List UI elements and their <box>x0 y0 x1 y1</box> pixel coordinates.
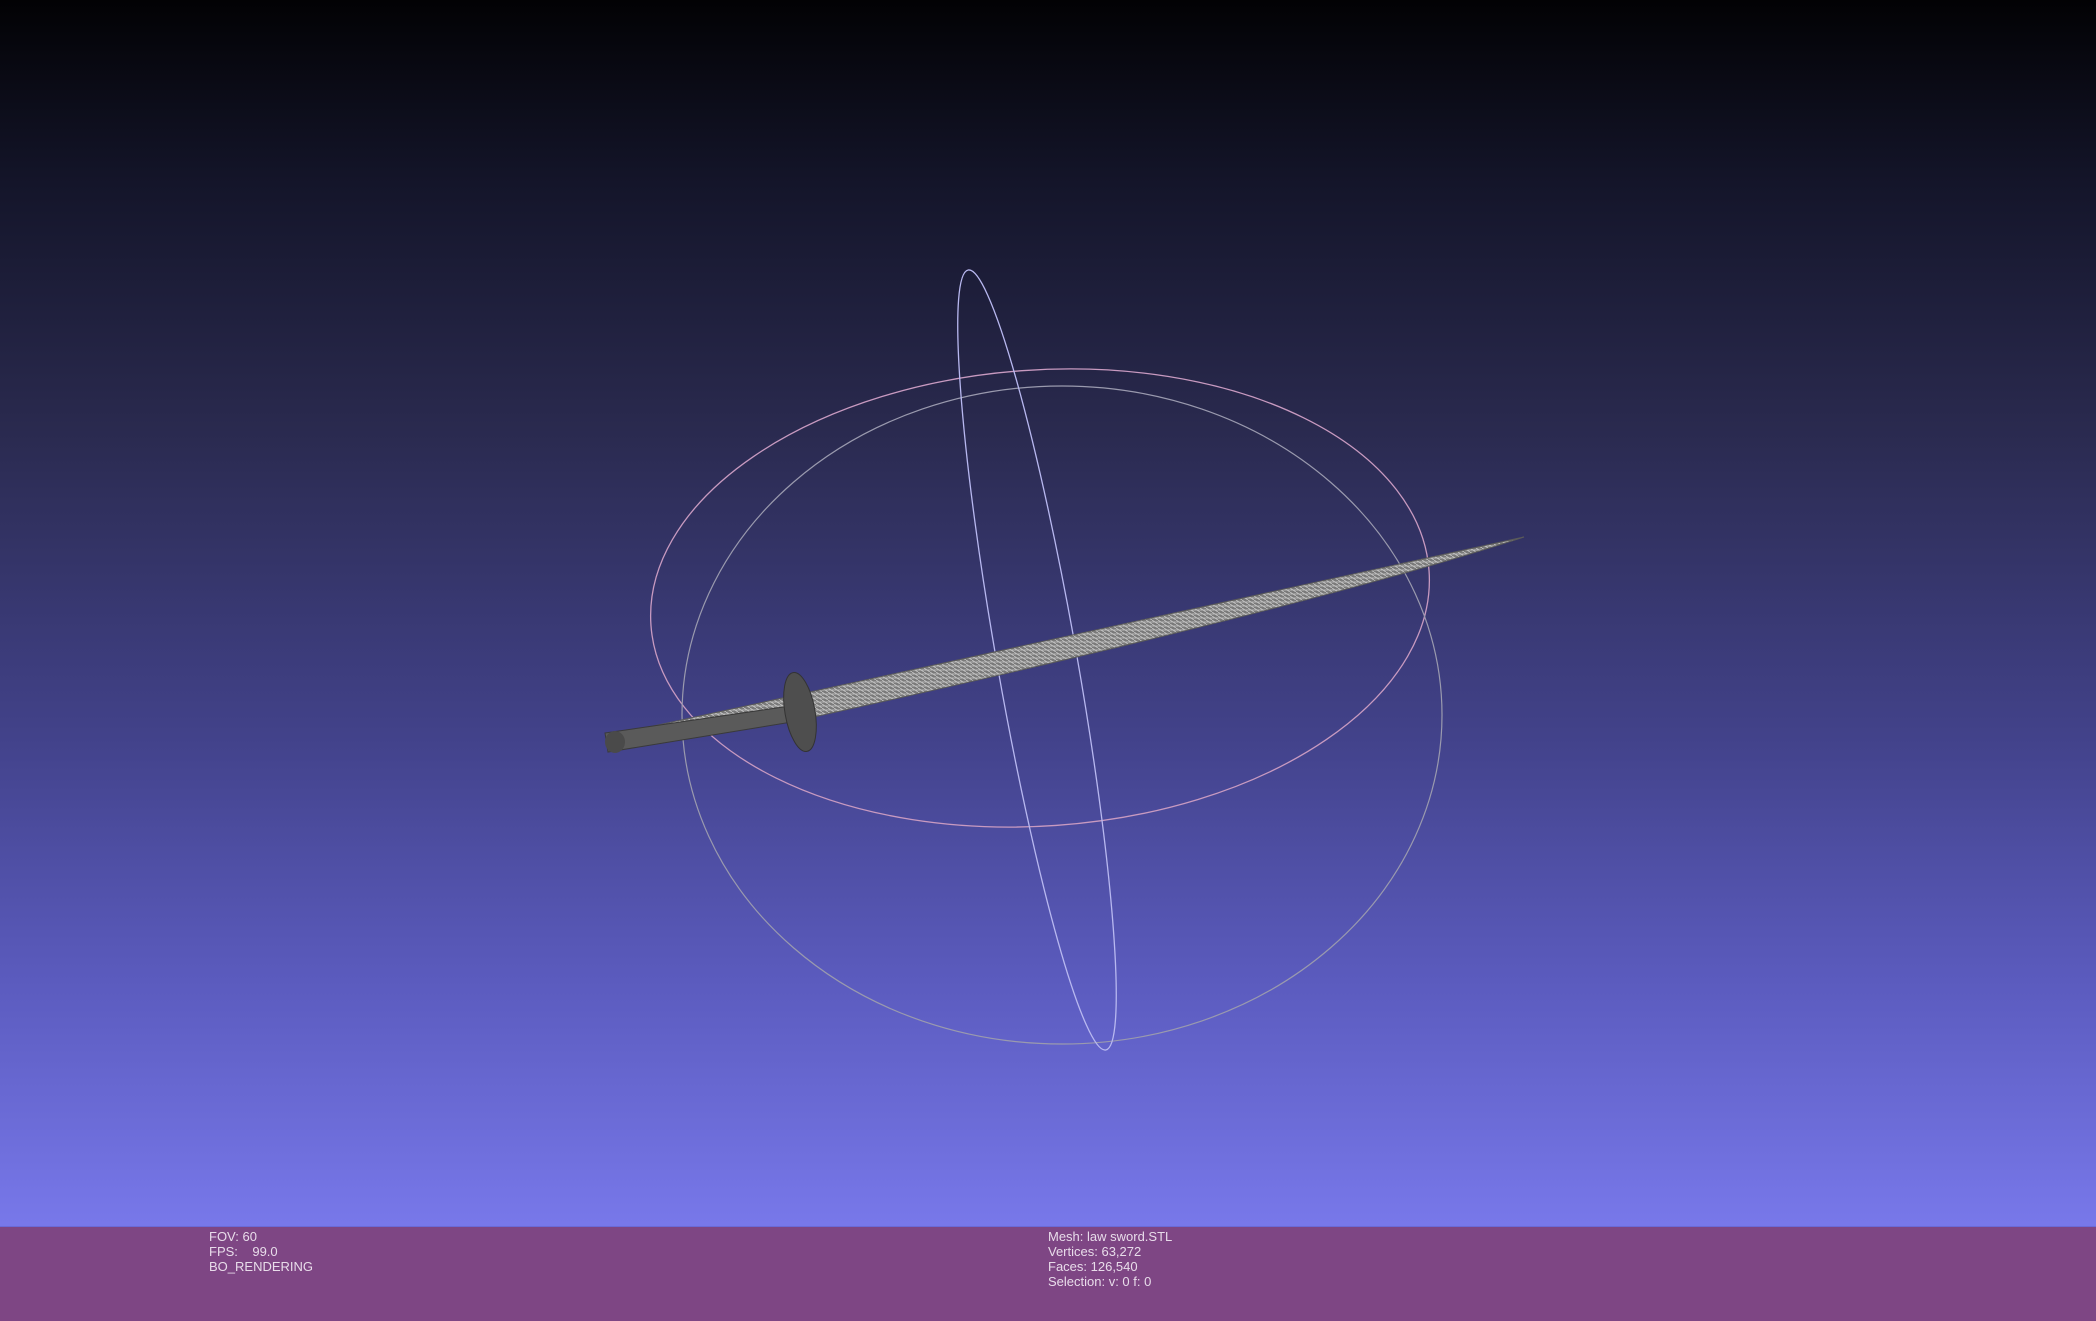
fps-label: FPS: 99.0 <box>209 1244 278 1259</box>
sword-mesh[interactable] <box>604 536 1525 754</box>
3d-viewport[interactable] <box>0 0 2096 1226</box>
mesh-name-label: Mesh: law sword.STL <box>1048 1229 1173 1244</box>
vertices-label: Vertices: 63,272 <box>1048 1244 1142 1259</box>
selection-label: Selection: v: 0 f: 0 <box>1048 1274 1152 1289</box>
render-info: FOV: 60 FPS: 99.0 BO_RENDERING <box>209 1229 313 1274</box>
render-mode-label: BO_RENDERING <box>209 1259 314 1274</box>
status-bar: FOV: 60 FPS: 99.0 BO_RENDERING Mesh: law… <box>0 1226 2096 1321</box>
sword-guard <box>783 672 817 752</box>
trackball-ring-horizontal[interactable] <box>635 343 1445 852</box>
faces-label: Faces: 126,540 <box>1048 1259 1138 1274</box>
mesh-info: Mesh: law sword.STL Vertices: 63,272 Fac… <box>1048 1229 1172 1289</box>
fov-label: FOV: 60 <box>209 1229 257 1244</box>
